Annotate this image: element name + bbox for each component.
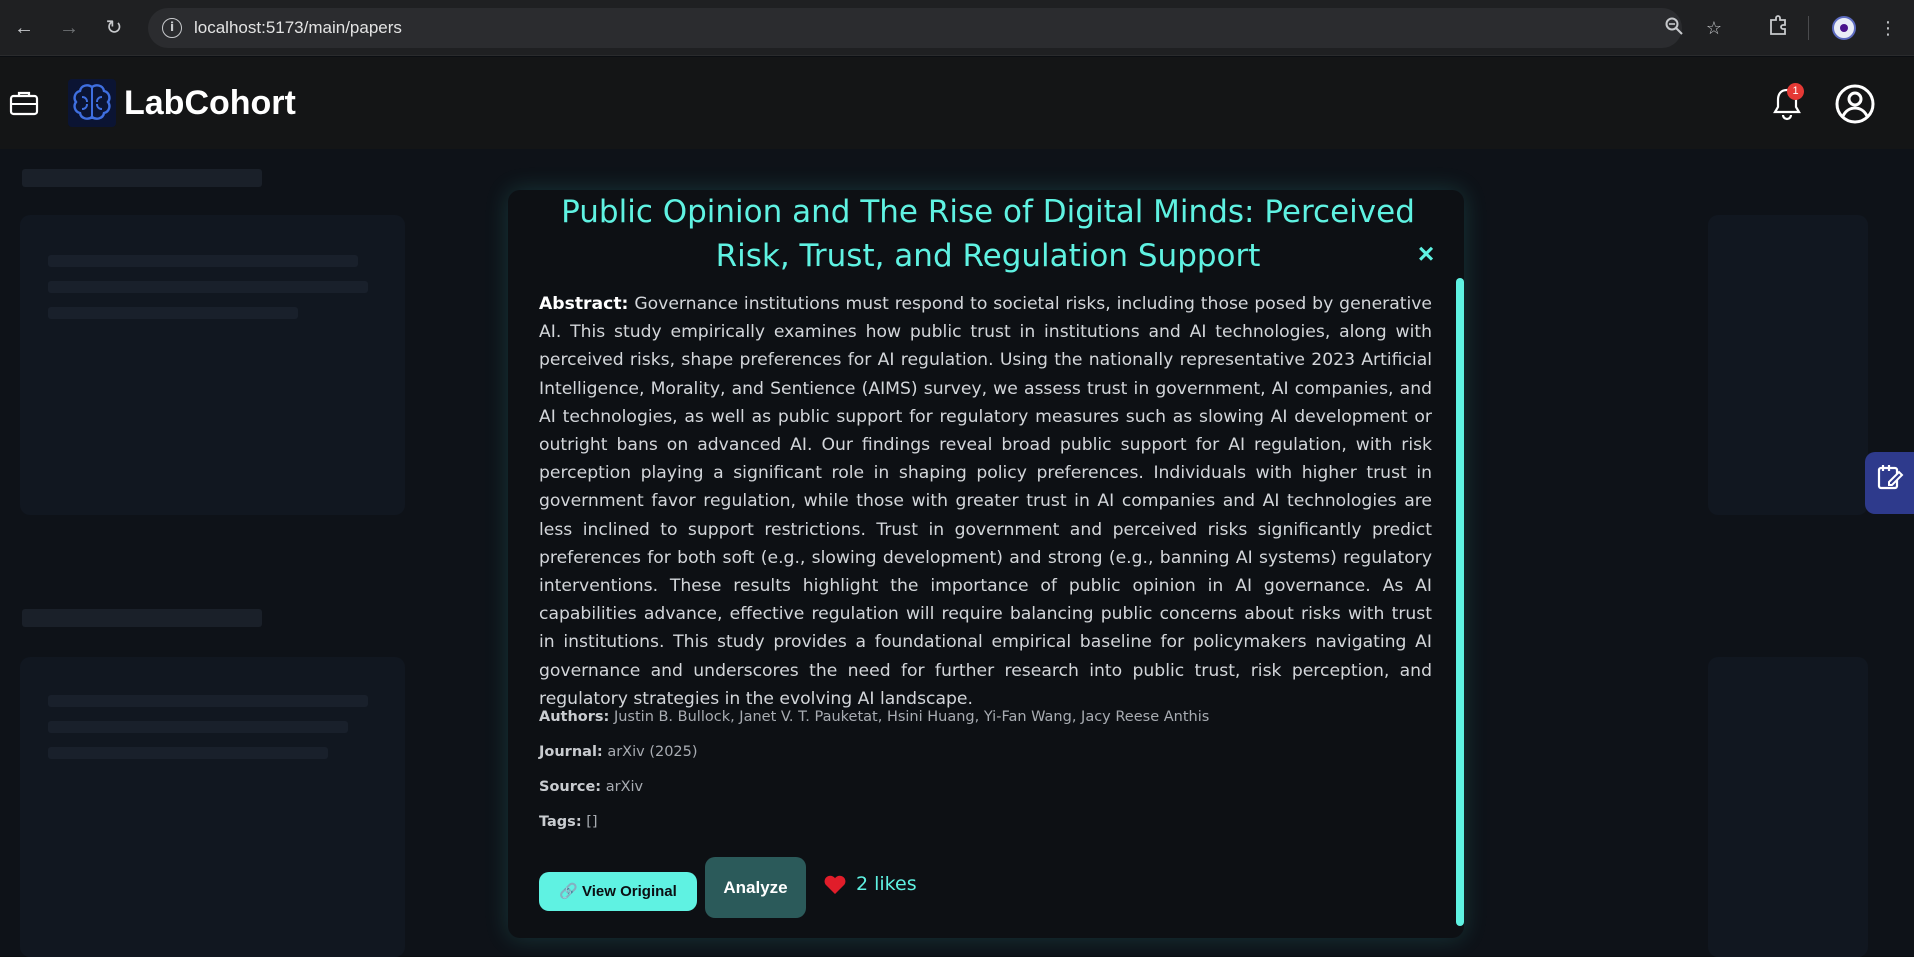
authors-value: Justin B. Bullock, Janet V. T. Pauketat,… bbox=[613, 709, 1210, 725]
browser-toolbar: ← → ↻ i localhost:5173/main/papers ☆ ⋮ bbox=[0, 0, 1914, 56]
forward-icon[interactable]: → bbox=[55, 14, 83, 42]
tags-row: Tags: [] bbox=[539, 814, 598, 830]
authors-row: Authors: Justin B. Bullock, Janet V. T. … bbox=[539, 709, 1209, 725]
bg-card bbox=[1708, 215, 1868, 515]
journal-row: Journal: arXiv (2025) bbox=[539, 744, 698, 760]
toolbar-divider bbox=[1808, 16, 1809, 40]
back-icon[interactable]: ← bbox=[10, 14, 38, 42]
bg-line bbox=[48, 281, 368, 293]
close-icon[interactable]: × bbox=[1412, 240, 1440, 268]
bg-card bbox=[1708, 657, 1868, 957]
source-label: Source: bbox=[539, 779, 602, 795]
abstract-label: Abstract: bbox=[539, 294, 629, 314]
url-text[interactable]: localhost:5173/main/papers bbox=[194, 18, 402, 38]
bg-line bbox=[48, 747, 328, 759]
bg-line bbox=[48, 255, 358, 267]
source-value: arXiv bbox=[605, 779, 644, 795]
bg-section-title bbox=[22, 609, 262, 627]
authors-label: Authors: bbox=[539, 709, 610, 725]
bg-line bbox=[48, 695, 368, 707]
briefcase-icon[interactable] bbox=[8, 87, 40, 119]
bg-section-title bbox=[22, 169, 262, 187]
user-icon[interactable] bbox=[1834, 83, 1876, 125]
menu-icon[interactable]: ⋮ bbox=[1874, 14, 1902, 42]
notes-icon[interactable] bbox=[1865, 452, 1914, 514]
reload-icon[interactable]: ↻ bbox=[100, 14, 128, 42]
tags-label: Tags: bbox=[539, 814, 582, 830]
heart-icon[interactable] bbox=[823, 873, 847, 895]
source-row: Source: arXiv bbox=[539, 779, 643, 795]
zoom-icon[interactable] bbox=[1662, 16, 1686, 40]
star-icon[interactable]: ☆ bbox=[1702, 16, 1726, 40]
abstract-text: Governance institutions must respond to … bbox=[539, 294, 1432, 709]
bg-line bbox=[48, 721, 348, 733]
site-info-icon[interactable]: i bbox=[162, 18, 182, 38]
bg-line bbox=[48, 307, 298, 319]
brand-name[interactable]: LabCohort bbox=[124, 84, 296, 123]
notification-badge: 1 bbox=[1787, 83, 1804, 100]
journal-label: Journal: bbox=[539, 744, 603, 760]
view-original-button[interactable]: 🔗 View Original bbox=[539, 872, 697, 911]
paper-title: Public Opinion and The Rise of Digital M… bbox=[561, 194, 1415, 274]
extensions-icon[interactable] bbox=[1764, 14, 1792, 42]
paper-abstract: Abstract: Governance institutions must r… bbox=[539, 290, 1432, 713]
journal-value: arXiv (2025) bbox=[607, 744, 698, 760]
brain-logo-icon[interactable] bbox=[68, 79, 116, 127]
paper-detail-modal: Public Opinion and The Rise of Digital M… bbox=[508, 190, 1464, 938]
profile-icon[interactable] bbox=[1832, 16, 1856, 40]
tags-value: [] bbox=[586, 814, 598, 830]
app-header: LabCohort 1 bbox=[0, 57, 1914, 149]
likes-count: 2 likes bbox=[856, 873, 917, 895]
analyze-button[interactable]: Analyze bbox=[705, 857, 806, 918]
modal-scrollbar[interactable] bbox=[1456, 278, 1464, 926]
address-bar[interactable]: i localhost:5173/main/papers ☆ bbox=[148, 8, 1722, 48]
